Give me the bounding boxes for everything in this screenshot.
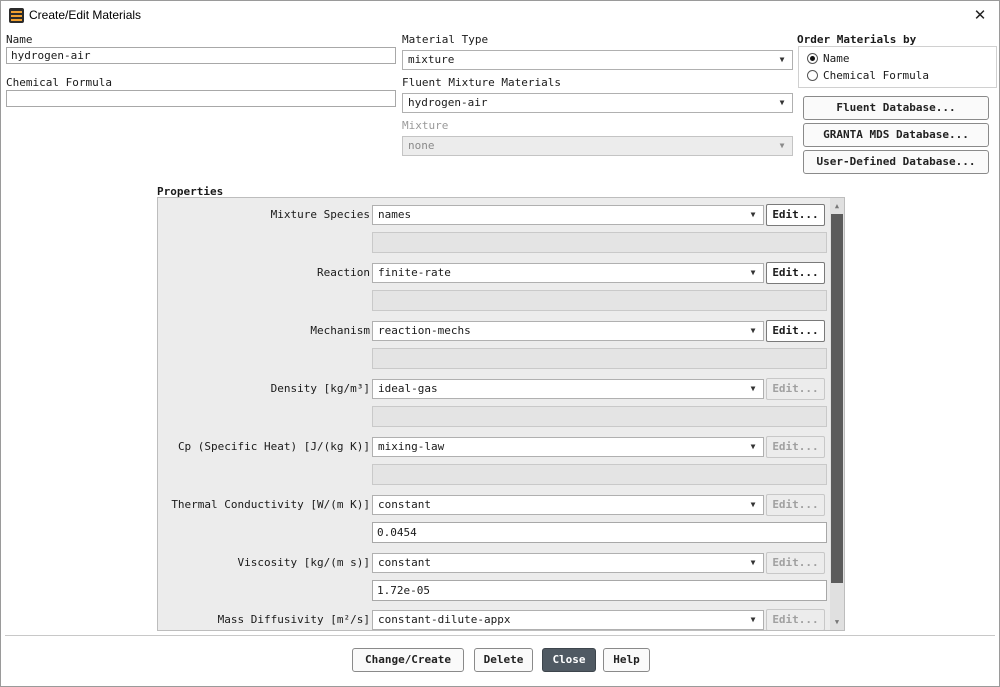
thermal-conductivity-dropdown[interactable]: constant ▼ [372, 495, 764, 515]
mixture-dropdown: none ▼ [402, 136, 793, 156]
delete-button[interactable]: Delete [474, 648, 533, 672]
chevron-down-icon: ▼ [750, 558, 756, 567]
material-type-label: Material Type [402, 33, 489, 46]
mass-diffusivity-edit-button: Edit... [766, 609, 825, 630]
thermal-conductivity-value: constant [378, 498, 431, 511]
granta-database-button[interactable]: GRANTA MDS Database... [803, 123, 989, 147]
density-dropdown[interactable]: ideal-gas ▼ [372, 379, 764, 399]
reaction-value-field [372, 290, 827, 311]
scroll-down-icon[interactable]: ▼ [830, 614, 844, 630]
create-edit-materials-dialog: Create/Edit Materials ✕ Name hydrogen-ai… [0, 0, 1000, 687]
chevron-down-icon: ▼ [750, 615, 756, 624]
mass-diffusivity-label: Mass Diffusivity [m²/s] [217, 613, 370, 626]
user-defined-database-button[interactable]: User-Defined Database... [803, 150, 989, 174]
thermal-conductivity-label: Thermal Conductivity [W/(m K)] [171, 498, 370, 511]
mechanism-dropdown[interactable]: reaction-mechs ▼ [372, 321, 764, 341]
mixture-species-dropdown[interactable]: names ▼ [372, 205, 764, 225]
chevron-down-icon: ▼ [750, 326, 756, 335]
order-by-formula-label: Chemical Formula [823, 69, 929, 82]
chevron-down-icon: ▼ [750, 210, 756, 219]
density-value: ideal-gas [378, 382, 438, 395]
viscosity-edit-button: Edit... [766, 552, 825, 574]
density-label: Density [kg/m³] [270, 382, 370, 395]
viscosity-dropdown[interactable]: constant ▼ [372, 553, 764, 573]
scrollbar-thumb[interactable] [831, 214, 843, 583]
window-title: Create/Edit Materials [29, 8, 142, 22]
footer-divider [5, 635, 995, 636]
fluent-database-button[interactable]: Fluent Database... [803, 96, 989, 120]
properties-scrollbar[interactable]: ▲ ▼ [830, 198, 844, 630]
chevron-down-icon: ▼ [750, 442, 756, 451]
thermal-conductivity-input[interactable]: 0.0454 [372, 522, 827, 543]
mixture-species-edit-button[interactable]: Edit... [766, 204, 825, 226]
chemical-formula-label: Chemical Formula [6, 76, 112, 89]
order-by-name-label: Name [823, 52, 850, 65]
density-edit-button: Edit... [766, 378, 825, 400]
reaction-value: finite-rate [378, 266, 451, 279]
specific-heat-value: mixing-law [378, 440, 445, 453]
specific-heat-edit-button: Edit... [766, 436, 825, 458]
properties-panel: Mixture Species names ▼ Edit... Reaction… [157, 197, 845, 631]
mixture-value: none [408, 139, 435, 152]
chemical-formula-input[interactable] [6, 90, 396, 107]
reaction-edit-button[interactable]: Edit... [766, 262, 825, 284]
chevron-down-icon: ▼ [750, 384, 756, 393]
material-type-value: mixture [408, 53, 455, 66]
reaction-dropdown[interactable]: finite-rate ▼ [372, 263, 764, 283]
specific-heat-label: Cp (Specific Heat) [J/(kg K)] [177, 440, 370, 453]
change-create-button[interactable]: Change/Create [352, 648, 464, 672]
order-by-formula-radio[interactable]: Chemical Formula [807, 69, 929, 82]
mechanism-value: reaction-mechs [378, 324, 471, 337]
viscosity-input[interactable]: 1.72e-05 [372, 580, 827, 601]
chevron-down-icon: ▼ [779, 55, 785, 64]
chevron-down-icon: ▼ [779, 141, 785, 150]
mixture-label: Mixture [402, 119, 449, 132]
name-input[interactable]: hydrogen-air [6, 47, 396, 64]
mechanism-value-field [372, 348, 827, 369]
chevron-down-icon: ▼ [750, 268, 756, 277]
mixture-species-label: Mixture Species [270, 208, 370, 221]
fluent-mixture-label: Fluent Mixture Materials [402, 76, 561, 89]
mechanism-edit-button[interactable]: Edit... [766, 320, 825, 342]
chevron-down-icon: ▼ [750, 500, 756, 509]
close-button[interactable]: Close [542, 648, 596, 672]
title-bar: Create/Edit Materials ✕ [1, 1, 999, 30]
order-materials-group: Name Chemical Formula [798, 46, 997, 88]
order-materials-label: Order Materials by [797, 33, 917, 46]
density-value-field [372, 406, 827, 427]
radio-unselected-icon [807, 70, 818, 81]
viscosity-label: Viscosity [kg/(m s)] [237, 556, 370, 569]
fluent-mixture-value: hydrogen-air [408, 96, 488, 109]
viscosity-value: constant [378, 556, 431, 569]
thermal-conductivity-edit-button: Edit... [766, 494, 825, 516]
mixture-species-value: names [378, 208, 412, 221]
help-button[interactable]: Help [603, 648, 650, 672]
close-icon[interactable]: ✕ [969, 4, 991, 26]
name-label: Name [6, 33, 33, 46]
mechanism-label: Mechanism [310, 324, 370, 337]
mass-diffusivity-value: constant-dilute-appx [378, 613, 511, 626]
specific-heat-dropdown[interactable]: mixing-law ▼ [372, 437, 764, 457]
chevron-down-icon: ▼ [779, 98, 785, 107]
mixture-species-value-field [372, 232, 827, 253]
material-type-dropdown[interactable]: mixture ▼ [402, 50, 793, 70]
fluent-app-icon [9, 8, 24, 23]
fluent-mixture-dropdown[interactable]: hydrogen-air ▼ [402, 93, 793, 113]
specific-heat-value-field [372, 464, 827, 485]
reaction-label: Reaction [317, 266, 370, 279]
order-by-name-radio[interactable]: Name [807, 52, 850, 65]
scroll-up-icon[interactable]: ▲ [830, 198, 844, 214]
radio-selected-icon [807, 53, 818, 64]
mass-diffusivity-dropdown[interactable]: constant-dilute-appx ▼ [372, 610, 764, 630]
